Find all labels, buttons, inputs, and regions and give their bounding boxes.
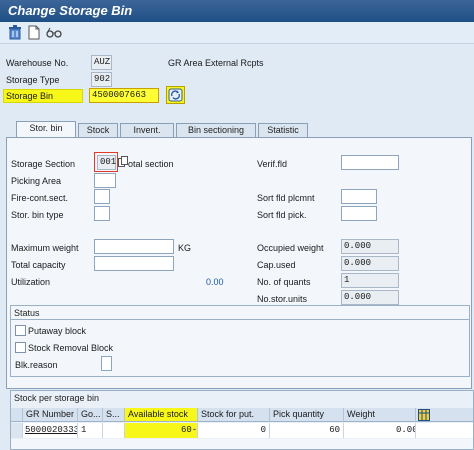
storage-section-field[interactable]: 001	[97, 155, 116, 170]
new-document-icon[interactable]	[28, 25, 44, 41]
verif-label: Verif.fld	[257, 159, 288, 169]
picking-area-label: Picking Area	[11, 176, 62, 186]
putaway-block-checkbox[interactable]	[15, 325, 26, 336]
s-cell[interactable]	[103, 423, 125, 438]
trash-icon[interactable]	[8, 25, 24, 41]
weight-cell[interactable]: 0.00	[344, 423, 416, 438]
cap-used-label: Cap.used	[257, 260, 296, 270]
storage-type-field[interactable]: 902	[91, 72, 112, 87]
stor-units-field[interactable]: 0.000	[341, 290, 399, 305]
occupied-weight-label: Occupied weight	[257, 243, 324, 253]
sort-putaway-field[interactable]	[341, 189, 377, 204]
bin-type-label: Stor. bin type	[11, 210, 64, 220]
storage-bin-label: Storage Bin	[6, 91, 54, 101]
verif-field[interactable]	[341, 155, 399, 170]
column-header-go[interactable]: Go...	[78, 408, 103, 422]
quants-field[interactable]: 1	[341, 273, 399, 288]
max-weight-field[interactable]	[94, 239, 174, 254]
table-settings-icon[interactable]	[418, 409, 430, 421]
stock-for-put-cell[interactable]: 0	[198, 423, 270, 438]
application-toolbar	[0, 22, 474, 44]
column-header-gr-number[interactable]: GR Number	[23, 408, 78, 422]
max-weight-label: Maximum weight	[11, 243, 79, 253]
storage-section-description: otal section	[128, 159, 174, 169]
sort-putaway-label: Sort fld plcmnt	[257, 193, 315, 203]
go-cell[interactable]: 1	[78, 423, 103, 438]
blk-reason-field[interactable]	[101, 356, 112, 371]
column-header-s[interactable]: S...	[103, 408, 125, 422]
column-header-weight[interactable]: Weight	[344, 408, 416, 422]
tab-stor-bin[interactable]: Stor. bin	[16, 121, 76, 138]
row-selector[interactable]	[11, 423, 23, 438]
warehouse-description: GR Area External Rcpts	[168, 58, 264, 68]
sort-pick-field[interactable]	[341, 206, 377, 221]
total-capacity-label: Total capacity	[11, 260, 66, 270]
column-header-stock-for-put[interactable]: Stock for put.	[198, 408, 270, 422]
removal-block-checkbox[interactable]	[15, 342, 26, 353]
picking-area-field[interactable]	[94, 173, 116, 188]
fire-section-label: Fire-cont.sect.	[11, 193, 69, 203]
tab-bin-sectioning[interactable]: Bin sectioning	[176, 123, 256, 137]
stock-table-title: Stock per storage bin	[14, 393, 100, 403]
column-header-pick-quantity[interactable]: Pick quantity	[270, 408, 344, 422]
occupied-weight-field[interactable]: 0.000	[341, 239, 399, 254]
pick-quantity-cell[interactable]: 60	[270, 423, 344, 438]
bin-type-field[interactable]	[94, 206, 110, 221]
blk-reason-label: Blk.reason	[15, 360, 58, 370]
refresh-icon[interactable]	[166, 86, 185, 104]
gr-number-cell[interactable]: 5000020333	[23, 423, 78, 438]
glasses-icon[interactable]	[46, 25, 62, 41]
sort-pick-label: Sort fld pick.	[257, 210, 307, 220]
storage-section-label: Storage Section	[11, 159, 76, 169]
utilization-value: 0.00	[206, 277, 224, 287]
row-selector-header[interactable]	[11, 408, 23, 422]
tab-invent[interactable]: Invent.	[120, 123, 174, 137]
storage-type-label: Storage Type	[6, 75, 60, 85]
fire-section-field[interactable]	[94, 189, 110, 204]
putaway-block-label: Putaway block	[28, 326, 87, 336]
status-title: Status	[14, 308, 40, 318]
filler-cell	[416, 423, 473, 438]
window-title: Change Storage Bin	[8, 3, 133, 18]
total-capacity-field[interactable]	[94, 256, 174, 271]
warehouse-label: Warehouse No.	[6, 58, 69, 68]
stor-units-label: No.stor.units	[257, 294, 308, 304]
copy-icon[interactable]	[118, 156, 128, 167]
utilization-label: Utilization	[11, 277, 51, 287]
column-header-available-stock[interactable]: Available stock	[125, 408, 198, 422]
warehouse-field[interactable]: AUZ	[91, 55, 112, 70]
status-divider	[11, 319, 469, 320]
max-weight-unit: KG	[178, 243, 192, 253]
available-stock-cell[interactable]: 60-	[125, 423, 198, 438]
storage-bin-field[interactable]: 4500007663	[89, 88, 159, 103]
cap-used-field[interactable]: 0.000	[341, 256, 399, 271]
table-empty-area	[11, 439, 473, 449]
status-group	[10, 305, 470, 377]
quants-label: No. of quants	[257, 277, 311, 287]
tab-stock[interactable]: Stock	[78, 123, 118, 137]
removal-block-label: Stock Removal Block	[28, 343, 114, 353]
weight-value: 0.00	[396, 425, 416, 435]
tab-statistic[interactable]: Statistic	[258, 123, 308, 137]
available-stock-value: 60-	[181, 425, 198, 435]
